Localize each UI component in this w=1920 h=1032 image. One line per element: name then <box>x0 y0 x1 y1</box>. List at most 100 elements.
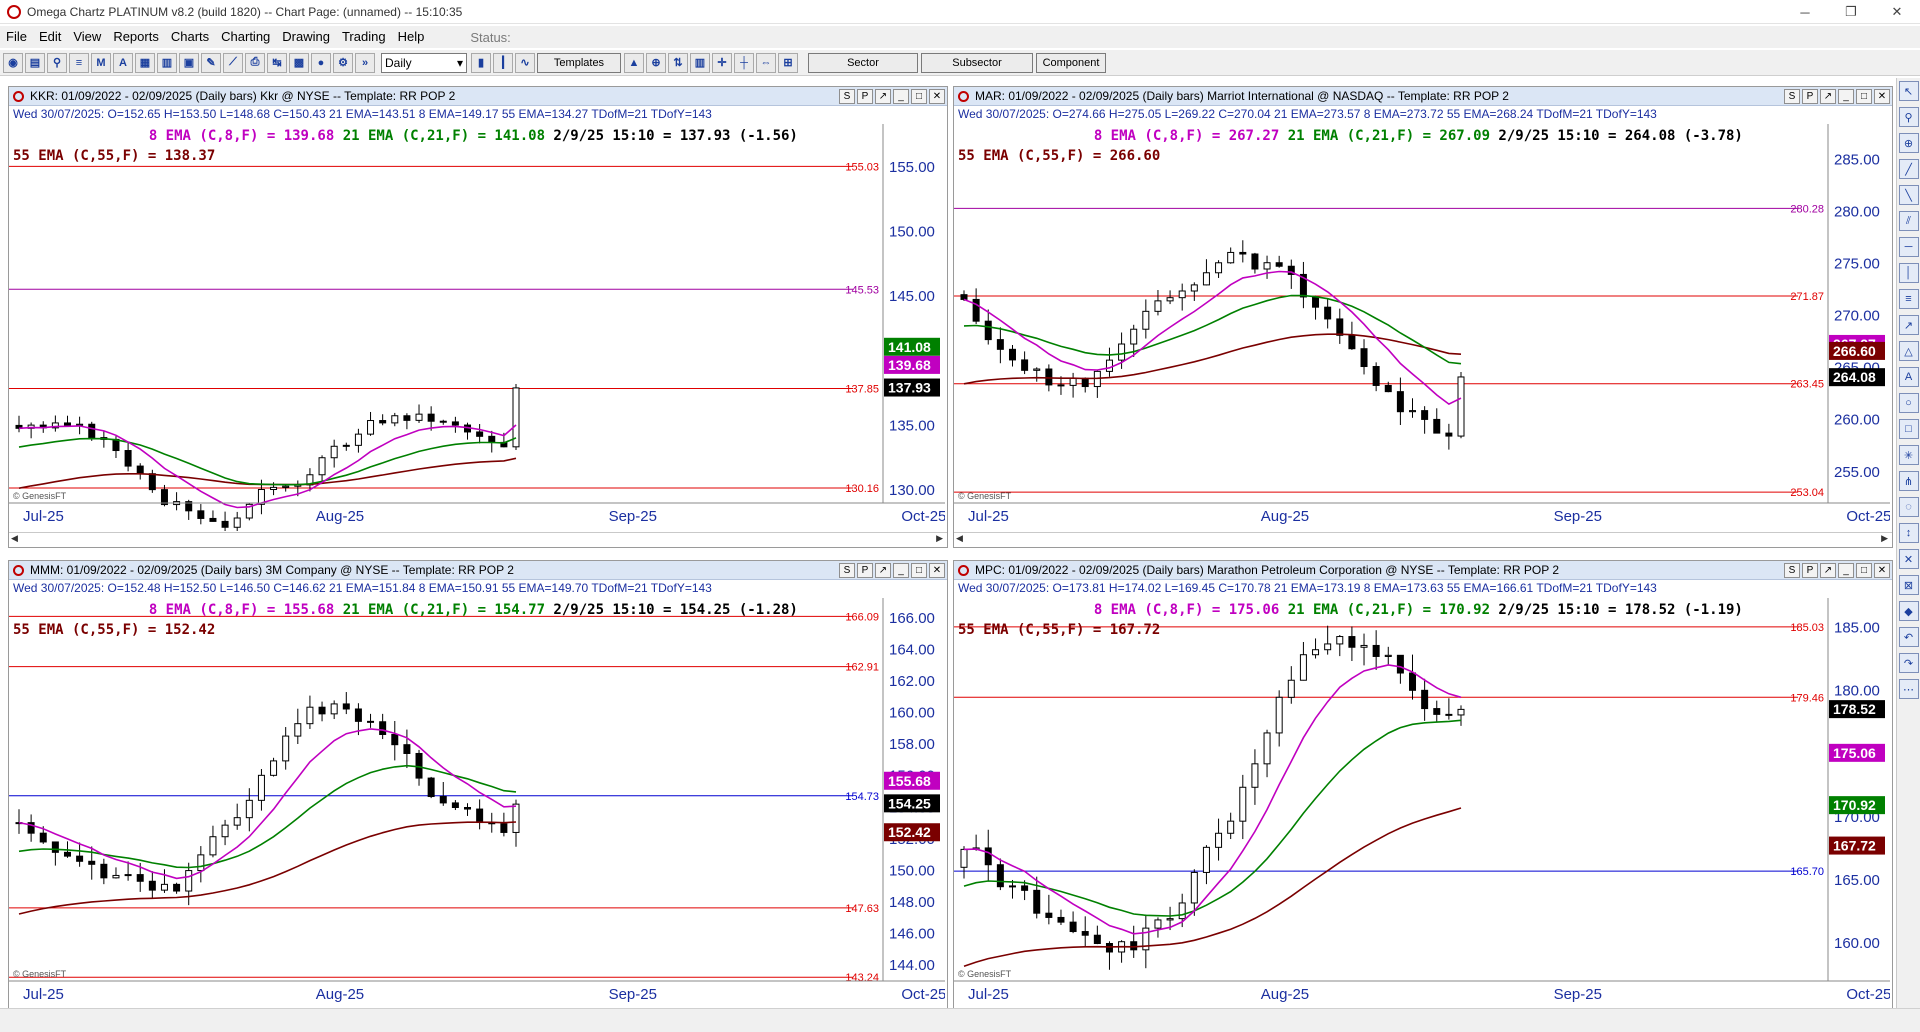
panel-header[interactable]: KKR: 01/09/2022 - 02/09/2025 (Daily bars… <box>9 87 947 106</box>
menu-help[interactable]: Help <box>392 26 431 48</box>
chart-panel-mmm[interactable]: MMM: 01/09/2022 - 02/09/2025 (Daily bars… <box>8 560 948 1026</box>
panel-close-icon[interactable]: ✕ <box>1874 563 1890 578</box>
filter-icon[interactable]: ≡ <box>69 52 89 73</box>
cursor-icon[interactable]: ✛ <box>712 52 732 73</box>
line-chart-icon[interactable]: ∿ <box>515 52 535 73</box>
menu-trading[interactable]: Trading <box>336 26 392 48</box>
lock-tool-icon[interactable]: ⊠ <box>1898 575 1919 595</box>
restore-icon[interactable]: ❐ <box>1828 0 1874 24</box>
panel-header[interactable]: MMM: 01/09/2022 - 02/09/2025 (Daily bars… <box>9 561 947 580</box>
panel-popout-icon[interactable]: ↗ <box>1820 89 1836 104</box>
vline-tool-icon[interactable]: │ <box>1898 263 1919 283</box>
speed-icon[interactable]: » <box>355 52 375 73</box>
fib-tool-icon[interactable]: ≡ <box>1898 289 1919 309</box>
panel-p-button[interactable]: P <box>857 89 873 104</box>
arrow-tool-icon[interactable]: ↗ <box>1898 315 1919 335</box>
pitchfork-tool-icon[interactable]: ⋔ <box>1898 471 1919 491</box>
sector-button[interactable]: Sector <box>808 52 918 73</box>
menu-file[interactable]: File <box>0 26 33 48</box>
panel-header[interactable]: MPC: 01/09/2022 - 02/09/2025 (Daily bars… <box>954 561 1892 580</box>
candle-icon[interactable]: ┃ <box>493 52 513 73</box>
chart-panel-kkr[interactable]: KKR: 01/09/2022 - 02/09/2025 (Daily bars… <box>8 86 948 548</box>
rect-tool-icon[interactable]: □ <box>1898 419 1919 439</box>
channel-tool-icon[interactable]: ⫽ <box>1898 211 1919 231</box>
chart-a-icon[interactable]: A <box>113 52 133 73</box>
erase-tool-icon[interactable]: ✕ <box>1898 549 1919 569</box>
scan-icon[interactable]: ⚲ <box>47 52 67 73</box>
panel-maximize-icon[interactable]: □ <box>1856 89 1872 104</box>
panel-p-button[interactable]: P <box>857 563 873 578</box>
undo-tool-icon[interactable]: ↶ <box>1898 627 1919 647</box>
scroll-left-icon[interactable]: ◀ <box>956 533 963 544</box>
scroll-left-icon[interactable]: ◀ <box>11 533 18 544</box>
panel-minimize-icon[interactable]: _ <box>1838 563 1854 578</box>
pan-icon[interactable]: ⇔ <box>756 52 776 73</box>
more-tools-icon[interactable]: ⋯ <box>1898 679 1919 699</box>
panel-maximize-icon[interactable]: □ <box>1856 563 1872 578</box>
panel-close-icon[interactable]: ✕ <box>929 563 945 578</box>
compare-icon[interactable]: ⇅ <box>668 52 688 73</box>
chart-panel-mar[interactable]: MAR: 01/09/2022 - 02/09/2025 (Daily bars… <box>953 86 1893 548</box>
redo-tool-icon[interactable]: ↷ <box>1898 653 1919 673</box>
text-tool-icon[interactable]: A <box>1898 367 1919 387</box>
hline-tool-icon[interactable]: ─ <box>1898 237 1919 257</box>
system-icon[interactable]: ⚙ <box>333 52 353 73</box>
panel-close-icon[interactable]: ✕ <box>929 89 945 104</box>
interval-select[interactable]: Daily ▾ <box>381 52 467 73</box>
menu-edit[interactable]: Edit <box>33 26 67 48</box>
ruler-icon[interactable]: ⟋ <box>223 52 243 73</box>
panel-maximize-icon[interactable]: □ <box>911 563 927 578</box>
menu-drawing[interactable]: Drawing <box>276 26 336 48</box>
panel-minimize-icon[interactable]: _ <box>893 89 909 104</box>
chart-panel-mpc[interactable]: MPC: 01/09/2022 - 02/09/2025 (Daily bars… <box>953 560 1893 1026</box>
panel-popout-icon[interactable]: ↗ <box>875 563 891 578</box>
panel-s-button[interactable]: S <box>1784 563 1800 578</box>
crosshair-icon[interactable]: ┼ <box>734 52 754 73</box>
trade-icon[interactable]: ↹ <box>267 52 287 73</box>
select-tool-icon[interactable]: ↖ <box>1898 81 1919 101</box>
color-tool-icon[interactable]: ◆ <box>1898 601 1919 621</box>
close-icon[interactable]: ✕ <box>1874 0 1920 24</box>
bars-icon[interactable]: ▥ <box>690 52 710 73</box>
gann-tool-icon[interactable]: ✳ <box>1898 445 1919 465</box>
subsector-button[interactable]: Subsector <box>921 52 1033 73</box>
calendar-icon[interactable]: ▩ <box>289 52 309 73</box>
ray-tool-icon[interactable]: ╲ <box>1898 185 1919 205</box>
panel-s-button[interactable]: S <box>1784 89 1800 104</box>
panel-p-button[interactable]: P <box>1802 89 1818 104</box>
panel-popout-icon[interactable]: ↗ <box>875 89 891 104</box>
zoom-tool-icon[interactable]: ⚲ <box>1898 107 1919 127</box>
scroll-right-icon[interactable]: ▶ <box>936 533 943 544</box>
horizontal-scrollbar[interactable]: ◀▶ <box>954 532 1892 547</box>
grid-icon[interactable]: ▦ <box>135 52 155 73</box>
menu-charts[interactable]: Charts <box>165 26 215 48</box>
circle-tool-icon[interactable]: ○ <box>1898 393 1919 413</box>
panel-close-icon[interactable]: ✕ <box>1874 89 1890 104</box>
chart-m-icon[interactable]: M <box>91 52 111 73</box>
panel-minimize-icon[interactable]: _ <box>893 563 909 578</box>
menu-charting[interactable]: Charting <box>215 26 276 48</box>
print-icon[interactable]: ⎙ <box>245 52 265 73</box>
triangle-tool-icon[interactable]: △ <box>1898 341 1919 361</box>
open-icon[interactable]: ◉ <box>3 52 23 73</box>
horizontal-scrollbar[interactable]: ◀▶ <box>9 532 947 547</box>
panel-s-button[interactable]: S <box>839 89 855 104</box>
snap-icon[interactable]: ⊞ <box>778 52 798 73</box>
component-button[interactable]: Component <box>1036 52 1106 73</box>
table-icon[interactable]: ▥ <box>157 52 177 73</box>
watchlist-icon[interactable]: ▤ <box>25 52 45 73</box>
panel-popout-icon[interactable]: ↗ <box>1820 563 1836 578</box>
panel-maximize-icon[interactable]: □ <box>911 89 927 104</box>
panel-header[interactable]: MAR: 01/09/2022 - 02/09/2025 (Daily bars… <box>954 87 1892 106</box>
menu-view[interactable]: View <box>67 26 107 48</box>
scroll-right-icon[interactable]: ▶ <box>1881 533 1888 544</box>
minimize-icon[interactable]: ─ <box>1782 0 1828 24</box>
panel-minimize-icon[interactable]: _ <box>1838 89 1854 104</box>
scale-icon[interactable]: ▲ <box>624 52 644 73</box>
bar-chart-icon[interactable]: ▮ <box>471 52 491 73</box>
measure-tool-icon[interactable]: ↕ <box>1898 523 1919 543</box>
panel-s-button[interactable]: S <box>839 563 855 578</box>
templates-button[interactable]: Templates <box>537 52 621 73</box>
zoom-icon[interactable]: ⊕ <box>646 52 666 73</box>
pencil-icon[interactable]: ✎ <box>201 52 221 73</box>
